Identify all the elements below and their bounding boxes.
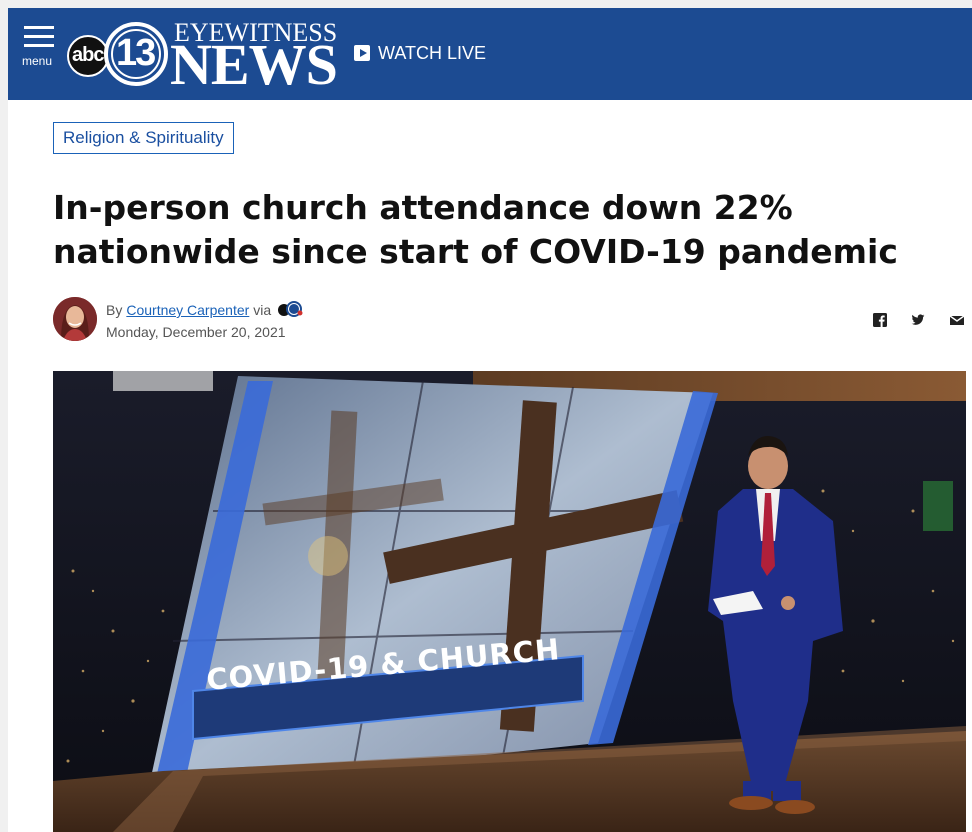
menu-label: menu (22, 54, 53, 68)
twitter-icon (911, 314, 925, 325)
logo-news-text: NEWS (170, 32, 338, 97)
author-link[interactable]: Courtney Carpenter (126, 302, 249, 318)
page: menu abc 13 EYEWITNESS NEWS WATCH LIVE R… (8, 8, 972, 832)
hamburger-icon (24, 26, 54, 48)
byline-via: via (253, 302, 272, 318)
email-share-button[interactable] (950, 313, 966, 329)
facebook-icon (873, 313, 887, 327)
news-studio-scene (53, 371, 966, 832)
logo-channel-number: 13 (116, 32, 156, 74)
site-header: menu abc 13 EYEWITNESS NEWS WATCH LIVE (8, 8, 972, 100)
watch-live-label: WATCH LIVE (378, 42, 487, 63)
article-video-thumbnail[interactable]: COVID-19 & CHURCH (53, 371, 966, 832)
article-headline: In-person church attendance down 22% nat… (53, 186, 913, 274)
logo-abc-text: abc (72, 44, 104, 66)
email-icon (950, 315, 964, 325)
play-icon (354, 45, 370, 61)
byline: By Courtney Carpenter via (106, 300, 304, 320)
abc13-mini-logo-icon (278, 301, 303, 317)
headline-line-1: In-person church attendance down 22% (53, 188, 793, 227)
category-tag[interactable]: Religion & Spirituality (53, 122, 234, 154)
facebook-share-button[interactable] (873, 313, 889, 329)
twitter-share-button[interactable] (911, 313, 927, 329)
abc13-eyewitness-news-logo[interactable]: abc 13 EYEWITNESS NEWS (66, 18, 348, 94)
author-avatar[interactable] (53, 297, 97, 341)
publish-date: Monday, December 20, 2021 (106, 324, 286, 340)
byline-prefix: By (106, 302, 123, 318)
menu-button[interactable]: menu (22, 26, 58, 72)
watch-live-button[interactable]: WATCH LIVE (354, 41, 486, 65)
headline-line-2: nationwide since start of COVID-19 pande… (53, 232, 898, 271)
